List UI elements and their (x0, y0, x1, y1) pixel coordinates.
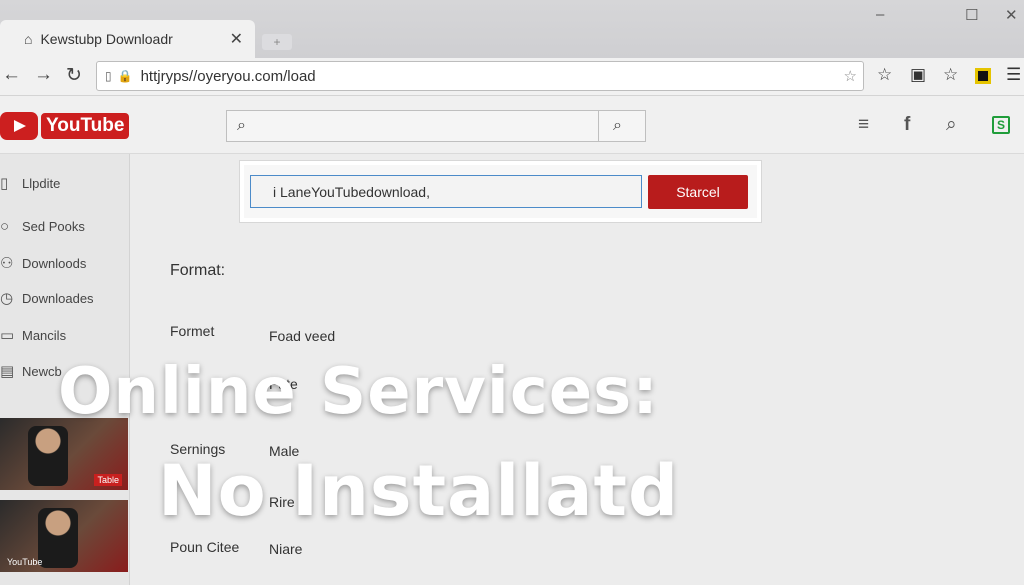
overlay-title-line1: Online Services: (58, 355, 659, 429)
sidebar-item-label: Mancils (22, 327, 67, 343)
close-window-button[interactable]: ✕ (1005, 6, 1018, 24)
browser-toolbar: ← → ↻ ▯ 🔒 httjryps//oyeryou.com/load ☆ ☆… (0, 58, 1024, 96)
format-heading: Format: (170, 262, 226, 279)
thumbnail-person (28, 426, 68, 486)
folder-icon: ▭ (0, 327, 15, 344)
field-value[interactable]: Niare (269, 541, 302, 557)
youtube-header: YouTube ⌕ ⌕ ≡ f ⌕ S (0, 96, 1024, 154)
search-icon: ⌕ (237, 117, 246, 134)
youtube-play-icon (0, 112, 38, 140)
download-form: i LaneYouTubedownload, Starcel (239, 160, 762, 223)
facebook-icon[interactable]: f (904, 114, 910, 136)
sidebar-item-label: Downloods (22, 255, 87, 271)
start-button[interactable]: Starcel (648, 175, 748, 209)
maximize-button[interactable]: ☐ (965, 6, 978, 24)
sidebar-item-label: Sed Pooks (22, 219, 85, 234)
thumbnail-label: YouTube (7, 557, 43, 567)
sidebar-item-label: Downloades (22, 290, 94, 306)
location-icon: ○ (0, 218, 10, 235)
list-icon[interactable]: ≡ (858, 114, 869, 136)
sidebar-item-label: Llpdite (22, 175, 61, 191)
field-label: Formet (170, 323, 215, 339)
youtube-logo[interactable]: YouTube (0, 111, 130, 141)
new-tab-button[interactable]: + (262, 34, 292, 50)
star-icon[interactable]: ☆ (943, 65, 958, 85)
page-icon: ▯ (105, 69, 112, 83)
square-icon[interactable] (975, 68, 991, 84)
file-icon: ▯ (0, 175, 9, 192)
menu-icon[interactable]: ☰ (1006, 65, 1021, 85)
minimize-button[interactable]: – (876, 6, 884, 23)
back-icon[interactable]: ← (2, 64, 21, 86)
field-value[interactable]: Foad veed (269, 328, 335, 344)
browser-tab[interactable]: ⌂ Kewstubp Downloadr ✕ (0, 20, 255, 58)
overlay-title-line2: No Installatd (158, 450, 680, 532)
address-bar[interactable]: ▯ 🔒 httjryps//oyeryou.com/load ☆ (96, 61, 864, 91)
video-url-input[interactable]: i LaneYouTubedownload, (250, 175, 642, 208)
home-icon: ⌂ (24, 31, 33, 47)
sidebar-item-downloades[interactable]: ◷ Downloades (0, 289, 94, 307)
field-label: Poun Citee (170, 539, 240, 555)
clock-icon: ◷ (0, 290, 14, 307)
tab-strip: ⌂ Kewstubp Downloadr ✕ + – ☐ ✕ (0, 0, 1024, 58)
lock-icon: 🔒 (117, 69, 133, 83)
youtube-search-bar[interactable]: ⌕ ⌕ (226, 110, 646, 142)
youtube-logo-text: YouTube (41, 113, 130, 139)
close-tab-icon[interactable]: ✕ (230, 29, 243, 49)
forward-icon[interactable]: → (34, 64, 53, 86)
share-icon[interactable]: S (992, 116, 1010, 134)
address-url: httjryps//oyeryou.com/load (140, 67, 316, 85)
inbox-icon: ▤ (0, 363, 15, 380)
sidebar-item-sed-pooks[interactable]: ○ Sed Pooks (0, 218, 85, 235)
bookmark-star-icon[interactable]: ☆ (844, 67, 857, 85)
sidebar-item-newcb[interactable]: ▤ Newcb (0, 362, 62, 380)
sidebar-item-label: Newcb (22, 363, 62, 379)
thumbnail-label: Table (94, 474, 122, 486)
reload-icon[interactable]: ↻ (66, 64, 82, 87)
bag-icon[interactable]: ▣ (910, 65, 926, 85)
star-icon[interactable]: ☆ (877, 65, 892, 85)
people-icon: ⚇ (0, 255, 14, 272)
video-thumbnail[interactable]: YouTube (0, 500, 128, 572)
search-divider (598, 111, 599, 141)
sidebar-item-update[interactable]: ▯ Llpdite (0, 174, 60, 192)
search-button-icon[interactable]: ⌕ (613, 117, 622, 135)
search-icon[interactable]: ⌕ (946, 114, 957, 136)
sidebar-item-downloods[interactable]: ⚇ Downloods (0, 254, 86, 272)
tab-title: Kewstubp Downloadr (40, 31, 173, 47)
sidebar-item-mancils[interactable]: ▭ Mancils (0, 326, 66, 344)
